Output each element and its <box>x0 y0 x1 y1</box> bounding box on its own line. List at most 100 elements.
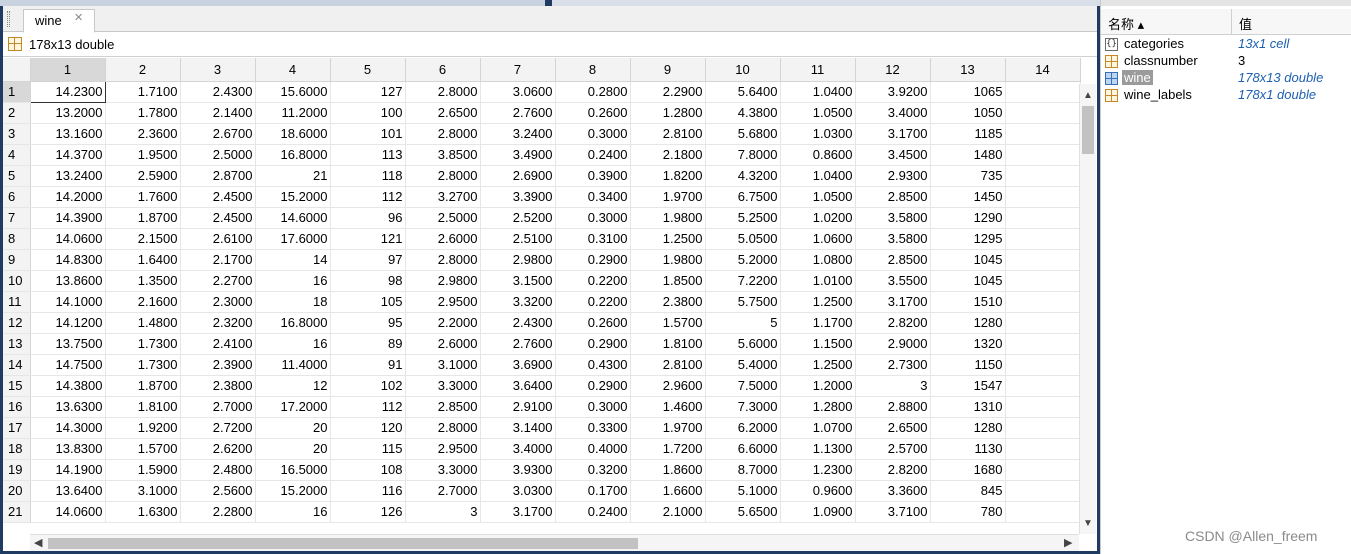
column-header[interactable]: 8 <box>555 58 631 82</box>
column-header[interactable]: 13 <box>930 58 1006 82</box>
table-cell[interactable]: 1480 <box>930 144 1006 166</box>
table-cell[interactable]: 2.6000 <box>405 333 481 355</box>
table-cell[interactable]: 7.5000 <box>705 375 781 397</box>
table-cell[interactable]: 98 <box>330 270 406 292</box>
table-cell[interactable]: 2.7200 <box>180 417 256 439</box>
table-cell[interactable]: 2.9600 <box>630 375 706 397</box>
table-cell[interactable]: 1.9200 <box>105 417 181 439</box>
table-cell[interactable]: 91 <box>330 354 406 376</box>
column-header-name[interactable]: 名称 ▴ <box>1108 14 1144 33</box>
column-header[interactable]: 2 <box>105 58 181 82</box>
table-cell[interactable]: 17.6000 <box>255 228 331 250</box>
table-cell[interactable]: 1.2500 <box>630 228 706 250</box>
table-cell[interactable]: 1.8100 <box>105 396 181 418</box>
table-cell[interactable]: 2.8100 <box>630 354 706 376</box>
table-cell[interactable]: 13.6400 <box>30 480 106 502</box>
table-cell[interactable]: 2.4800 <box>180 459 256 481</box>
workspace-variable-classnumber[interactable]: classnumber 3 <box>1101 53 1351 70</box>
row-header[interactable]: 18 <box>3 438 31 460</box>
table-cell[interactable]: 1.0200 <box>780 207 856 229</box>
table-cell[interactable]: 0.4000 <box>555 438 631 460</box>
table-cell[interactable]: 3.4000 <box>480 438 556 460</box>
table-cell[interactable]: 101 <box>330 123 406 145</box>
table-cell[interactable]: 3.5500 <box>855 270 931 292</box>
table-cell[interactable]: 2.7300 <box>855 354 931 376</box>
table-cell[interactable]: 2.2800 <box>180 501 256 523</box>
vertical-scrollbar[interactable]: ▲ ▼ <box>1079 84 1096 534</box>
table-cell[interactable]: 2.8800 <box>855 396 931 418</box>
table-cell[interactable]: 1547 <box>930 375 1006 397</box>
table-cell[interactable]: 0.3100 <box>555 228 631 250</box>
table-cell[interactable] <box>1005 291 1081 313</box>
table-cell[interactable]: 1.0800 <box>780 249 856 271</box>
table-cell[interactable]: 89 <box>330 333 406 355</box>
table-cell[interactable]: 13.2400 <box>30 165 106 187</box>
table-cell[interactable]: 0.3000 <box>555 123 631 145</box>
table-cell[interactable]: 1.8700 <box>105 375 181 397</box>
table-cell[interactable]: 1.0500 <box>780 102 856 124</box>
table-cell[interactable]: 2.1800 <box>630 144 706 166</box>
table-cell[interactable]: 1290 <box>930 207 1006 229</box>
table-cell[interactable]: 0.2600 <box>555 312 631 334</box>
row-header[interactable]: 3 <box>3 123 31 145</box>
table-cell[interactable]: 1.0400 <box>780 165 856 187</box>
table-cell[interactable]: 14.3000 <box>30 417 106 439</box>
table-cell[interactable]: 0.3000 <box>555 396 631 418</box>
table-cell[interactable] <box>1005 417 1081 439</box>
table-cell[interactable]: 17.2000 <box>255 396 331 418</box>
table-cell[interactable]: 102 <box>330 375 406 397</box>
table-cell[interactable]: 13.1600 <box>30 123 106 145</box>
scroll-left-icon[interactable]: ◀ <box>34 536 42 549</box>
table-cell[interactable]: 1.9700 <box>630 186 706 208</box>
table-cell[interactable]: 3.1400 <box>480 417 556 439</box>
table-cell[interactable]: 11.4000 <box>255 354 331 376</box>
table-cell[interactable]: 1.1700 <box>780 312 856 334</box>
table-cell[interactable]: 2.5900 <box>105 165 181 187</box>
table-cell[interactable]: 0.8600 <box>780 144 856 166</box>
table-cell[interactable]: 5.6800 <box>705 123 781 145</box>
table-cell[interactable]: 2.3900 <box>180 354 256 376</box>
table-cell[interactable]: 5.2500 <box>705 207 781 229</box>
table-cell[interactable]: 1.8600 <box>630 459 706 481</box>
table-cell[interactable]: 5.6000 <box>705 333 781 355</box>
table-cell[interactable]: 12 <box>255 375 331 397</box>
table-cell[interactable]: 8.7000 <box>705 459 781 481</box>
table-cell[interactable]: 115 <box>330 438 406 460</box>
table-cell[interactable]: 15.2000 <box>255 186 331 208</box>
table-cell[interactable] <box>1005 270 1081 292</box>
table-cell[interactable]: 2.9800 <box>405 270 481 292</box>
table-cell[interactable]: 2.2700 <box>180 270 256 292</box>
table-cell[interactable]: 2.6500 <box>855 417 931 439</box>
table-cell[interactable]: 2.2900 <box>630 81 706 103</box>
table-cell[interactable]: 2.9500 <box>405 291 481 313</box>
table-cell[interactable]: 2.7600 <box>480 333 556 355</box>
table-cell[interactable]: 1045 <box>930 270 1006 292</box>
table-cell[interactable] <box>1005 165 1081 187</box>
table-cell[interactable]: 1.6600 <box>630 480 706 502</box>
table-cell[interactable] <box>1005 396 1081 418</box>
table-cell[interactable]: 105 <box>330 291 406 313</box>
drag-grip-icon[interactable] <box>7 11 10 27</box>
table-cell[interactable]: 16 <box>255 270 331 292</box>
table-cell[interactable]: 2.8500 <box>405 396 481 418</box>
active-cell[interactable]: 14.2300 <box>29 80 106 103</box>
table-cell[interactable] <box>1005 102 1081 124</box>
table-cell[interactable]: 0.1700 <box>555 480 631 502</box>
row-header[interactable]: 12 <box>3 312 31 334</box>
table-cell[interactable]: 3.6900 <box>480 354 556 376</box>
table-corner[interactable] <box>3 58 31 82</box>
table-cell[interactable]: 16 <box>255 333 331 355</box>
table-cell[interactable]: 1.7300 <box>105 354 181 376</box>
table-cell[interactable]: 14 <box>255 249 331 271</box>
table-cell[interactable]: 2.5000 <box>180 144 256 166</box>
workspace-variable-wine-labels[interactable]: wine_labels 178x1 double <box>1101 87 1351 104</box>
table-cell[interactable]: 3 <box>855 375 931 397</box>
table-cell[interactable]: 5.1000 <box>705 480 781 502</box>
table-cell[interactable]: 2.5000 <box>405 207 481 229</box>
table-cell[interactable]: 118 <box>330 165 406 187</box>
scroll-down-icon[interactable]: ▼ <box>1083 518 1093 529</box>
table-cell[interactable]: 2.1400 <box>180 102 256 124</box>
table-cell[interactable]: 735 <box>930 165 1006 187</box>
scroll-right-icon[interactable]: ▶ <box>1064 536 1072 549</box>
table-cell[interactable]: 2.6500 <box>405 102 481 124</box>
